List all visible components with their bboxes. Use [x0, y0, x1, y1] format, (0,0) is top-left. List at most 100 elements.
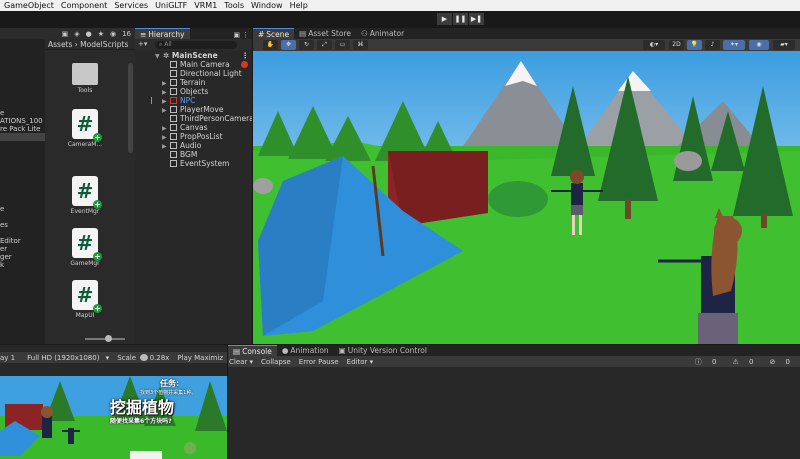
- filter-icon[interactable]: ●: [86, 30, 92, 38]
- more-icon[interactable]: ⋮: [242, 31, 252, 39]
- toggle-2d-button[interactable]: 2D: [669, 40, 684, 50]
- rotate-tool-icon[interactable]: ↻: [299, 40, 314, 50]
- folder-item[interactable]: e: [0, 205, 45, 213]
- clear-dropdown[interactable]: Clear ▾: [228, 358, 257, 366]
- tab-scene[interactable]: # Scene: [253, 28, 295, 39]
- error-icon: [241, 61, 248, 68]
- asset-script-eventmgr[interactable]: # + EventMgr: [65, 176, 105, 215]
- hierarchy-item-directional-light[interactable]: Directional Light: [135, 69, 252, 78]
- editor-dropdown[interactable]: Editor ▾: [343, 358, 377, 366]
- hierarchy-item-main-camera[interactable]: Main Camera: [135, 60, 252, 69]
- shading-mode-icon[interactable]: ◐▾: [643, 40, 665, 50]
- asset-scrollbar[interactable]: [128, 63, 133, 153]
- asset-folder-tools[interactable]: Tools: [65, 63, 105, 94]
- asset-script-mapui[interactable]: # + MapUI: [65, 280, 105, 319]
- asset-script-cameramgr[interactable]: # + CameraM...: [65, 109, 105, 148]
- add-badge-icon: +: [93, 200, 102, 209]
- folder-item[interactable]: er: [0, 245, 45, 253]
- menu-unigltf[interactable]: UniGLTF: [152, 1, 190, 10]
- tab-animator[interactable]: ⚇ Animator: [356, 28, 409, 39]
- menu-services[interactable]: Services: [111, 1, 151, 10]
- info-count[interactable]: ⓘ 0: [691, 357, 725, 367]
- game-panel: ay 1 Full HD (1920x1080) ▾ Scale 0.28x P…: [0, 345, 227, 459]
- tab-animation[interactable]: ● Animation: [277, 345, 334, 356]
- list-icon: ≡: [140, 29, 147, 39]
- collapse-toggle[interactable]: Collapse: [257, 358, 295, 366]
- step-button[interactable]: ▶❚: [469, 13, 484, 25]
- tab-asset-store[interactable]: ▤ Asset Store: [294, 28, 356, 39]
- pause-button[interactable]: ❚❚: [453, 13, 468, 25]
- hierarchy-item-objects[interactable]: ▶ Objects: [135, 87, 252, 96]
- folder-item[interactable]: ATIONS_100: [0, 117, 45, 125]
- folder-item[interactable]: k: [0, 261, 45, 269]
- tag-icon[interactable]: ◈: [74, 30, 79, 38]
- camera-settings-icon[interactable]: ▰▾: [773, 40, 795, 50]
- scale-slider[interactable]: [140, 353, 149, 361]
- tab-hierarchy[interactable]: ≡ Hierarchy: [135, 28, 190, 39]
- rect-tool-icon[interactable]: ▭: [335, 40, 350, 50]
- gameobject-cube-icon: [170, 142, 177, 149]
- breadcrumb[interactable]: Assets › ModelScripts: [45, 39, 135, 50]
- hierarchy-item-npc[interactable]: ▶ NPC: [135, 96, 252, 105]
- folder-item[interactable]: es: [0, 221, 45, 229]
- project-folder-tree[interactable]: e ATIONS_100 re Pack Lite e es Editor er…: [0, 39, 45, 344]
- gameobject-cube-icon: [170, 79, 177, 86]
- tab-unity-version-control[interactable]: ▣ Unity Version Control: [334, 345, 432, 356]
- console-body: Clear ▾ Collapse Error Pause Editor ▾ ⓘ …: [228, 356, 800, 459]
- effects-toggle-icon[interactable]: ✦▾: [723, 40, 745, 50]
- transform-tool-icon[interactable]: ⌘: [353, 40, 368, 50]
- create-button[interactable]: +▾: [138, 40, 147, 48]
- hierarchy-item-bgm[interactable]: BGM: [135, 150, 252, 159]
- hierarchy-item-audio[interactable]: ▶ Audio: [135, 141, 252, 150]
- menu-gameobject[interactable]: GameObject: [1, 1, 57, 10]
- scene-viewport[interactable]: [253, 51, 800, 344]
- hierarchy-item-playermove[interactable]: ▶ PlayerMove: [135, 105, 252, 114]
- hierarchy-search-input[interactable]: ⌕ All: [155, 41, 237, 49]
- star-icon[interactable]: ★: [98, 30, 104, 38]
- hand-tool-icon[interactable]: ✋: [263, 40, 278, 50]
- folder-item-selected[interactable]: [0, 133, 45, 141]
- folder-item[interactable]: ger: [0, 253, 45, 261]
- more-icon[interactable]: ⋮: [242, 51, 250, 60]
- lighting-toggle-icon[interactable]: 💡: [687, 40, 702, 50]
- eye-icon[interactable]: ◉: [110, 30, 116, 38]
- folder-item[interactable]: e: [0, 109, 45, 117]
- menu-help[interactable]: Help: [287, 1, 311, 10]
- grid-icon: #: [258, 29, 265, 39]
- error-pause-toggle[interactable]: Error Pause: [295, 358, 343, 366]
- hierarchy-item-eventsystem[interactable]: EventSystem: [135, 159, 252, 168]
- console-toolbar: Clear ▾ Collapse Error Pause Editor ▾ ⓘ …: [228, 356, 800, 367]
- menu-window[interactable]: Window: [248, 1, 286, 10]
- gameobject-cube-icon: [170, 88, 177, 95]
- unity-scene-icon: ✲: [163, 51, 172, 60]
- scene-root[interactable]: ▼ ✲ MainScene ⋮: [135, 51, 252, 60]
- resolution-dropdown[interactable]: Full HD (1920x1080) ▾: [19, 354, 113, 362]
- project-toolbar: ▣ ◈ ● ★ ◉ 16: [0, 28, 135, 39]
- hierarchy-item-terrain[interactable]: ▶ Terrain: [135, 78, 252, 87]
- main-toolbar: ▶ ❚❚ ▶❚: [0, 11, 800, 28]
- hierarchy-item-canvas[interactable]: ▶ Canvas: [135, 123, 252, 132]
- hierarchy-item-propposlist[interactable]: ▶ PropPosList: [135, 132, 252, 141]
- game-viewport[interactable]: 任务: 找到3个植物并采集1种。 挖掘植物 随便找采集6个方块吗?: [0, 376, 227, 459]
- menu-tools[interactable]: Tools: [221, 1, 247, 10]
- display-dropdown[interactable]: ay 1: [0, 354, 19, 362]
- warning-count[interactable]: ⚠ 0: [728, 358, 761, 366]
- play-button[interactable]: ▶: [437, 13, 452, 25]
- hierarchy-item-thirdpersoncamera[interactable]: ThirdPersonCamera: [135, 114, 252, 123]
- visibility-toggle-icon[interactable]: ◉: [749, 40, 769, 50]
- menu-vrm1[interactable]: VRM1: [191, 1, 220, 10]
- audio-toggle-icon[interactable]: ♪: [705, 40, 720, 50]
- move-tool-icon[interactable]: ✥: [281, 40, 296, 50]
- error-count[interactable]: ⊘ 0: [765, 358, 798, 366]
- hierarchy-panel: ≡ Hierarchy ▣ ⋮ +▾ ⌕ All ▼ ✲ MainScene ⋮ Ma…: [135, 28, 252, 344]
- folder-item[interactable]: Editor: [0, 237, 45, 245]
- play-mode-dropdown[interactable]: Play Maximiz: [173, 354, 227, 362]
- zoom-slider[interactable]: [85, 335, 125, 342]
- asset-script-gamemgr[interactable]: # + GameMgr: [65, 228, 105, 267]
- scale-tool-icon[interactable]: ⤢: [317, 40, 332, 50]
- tab-console[interactable]: ▤ Console: [228, 345, 277, 356]
- lock-icon[interactable]: ▣: [62, 30, 69, 38]
- folder-item[interactable]: re Pack Lite: [0, 125, 45, 133]
- lock-icon[interactable]: ▣: [233, 31, 242, 39]
- menu-component[interactable]: Component: [58, 1, 110, 10]
